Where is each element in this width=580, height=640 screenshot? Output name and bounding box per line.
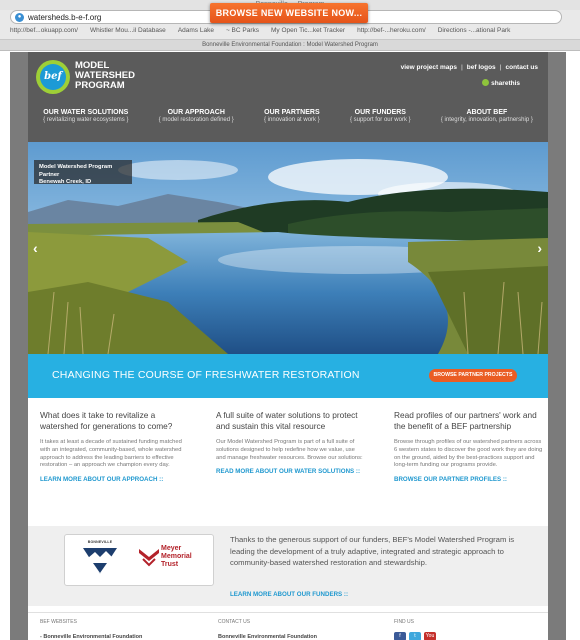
meyer-memorial-trust-logo[interactable]: Meyer Memorial Trust [139, 545, 209, 572]
sharethis-button[interactable]: sharethis [482, 79, 520, 87]
funders-description: Thanks to the generous support of our fu… [230, 535, 515, 567]
column-body: Our Model Watershed Program is part of a… [216, 439, 363, 461]
footer-bef-link[interactable]: - Bonneville Environmental Foundation [40, 634, 142, 640]
contact-us-link[interactable]: contact us [505, 64, 538, 71]
learn-more-funders-link[interactable]: LEARN MORE ABOUT OUR FUNDERS :: [230, 591, 348, 598]
browser-chrome: Bonneville ... Program ● watersheds.b-e-… [0, 0, 580, 40]
browse-partner-projects-button[interactable]: BROWSE PARTNER PROJECTS [429, 369, 517, 382]
main-nav: OUR WATER SOLUTIONS { revitalizing water… [28, 109, 548, 123]
main-content: Model Watershed Program Partner Benewah … [28, 142, 548, 640]
funder-logos: BONNEVILLE Meyer Memorial Trust [64, 534, 214, 586]
nav-sublabel: { revitalizing water ecosystems } [43, 117, 129, 123]
nav-label: OUR WATER SOLUTIONS [43, 109, 129, 116]
nav-sublabel: { model restoration defined } [158, 117, 234, 123]
bonneville-mountain-icon [83, 548, 117, 574]
meyer-line: Meyer [161, 545, 182, 552]
bookmark-item[interactable]: http://bef-...heroku.com/ [357, 27, 426, 37]
nav-label: OUR APPROACH [167, 109, 225, 116]
bookmark-item[interactable]: Whistler Mou...il Database [90, 27, 166, 37]
footer-heading: FIND US [394, 619, 414, 625]
page-background: bef MODEL WATERSHED PROGRAM view project… [10, 52, 566, 640]
read-more-water-solutions-link[interactable]: READ MORE ABOUT OUR WATER SOLUTIONS :: [216, 468, 366, 476]
bookmark-item[interactable]: http://bef...okuapp.com/ [10, 27, 78, 37]
bookmark-item[interactable]: ~ BC Parks [226, 27, 259, 37]
column-heading: A full suite of water solutions to prote… [216, 410, 358, 431]
feature-column-approach: What does it take to revitalize a waters… [40, 410, 190, 484]
site-header: bef MODEL WATERSHED PROGRAM view project… [28, 52, 548, 142]
learn-more-approach-link[interactable]: LEARN MORE ABOUT OUR APPROACH :: [40, 476, 190, 484]
feature-column-partners: Read profiles of our partners' work and … [394, 410, 544, 484]
hero-slideshow: Model Watershed Program Partner Benewah … [28, 142, 548, 354]
banner-title: CHANGING THE COURSE OF FRESHWATER RESTOR… [52, 369, 360, 381]
nav-our-partners[interactable]: OUR PARTNERS { innovation at work } [264, 109, 320, 123]
nav-label: OUR FUNDERS [354, 109, 406, 116]
logo-wordmark[interactable]: MODEL WATERSHED PROGRAM [75, 61, 165, 91]
nav-our-funders[interactable]: OUR FUNDERS { support for our work } [350, 109, 411, 123]
nav-sublabel: { integrity, innovation, partnership } [440, 117, 533, 123]
bookmarks-bar: http://bef...okuapp.com/ Whistler Mou...… [10, 27, 566, 37]
nav-sublabel: { innovation at work } [264, 117, 320, 123]
column-heading: Read profiles of our partners' work and … [394, 410, 537, 431]
nav-about-bef[interactable]: ABOUT BEF { integrity, innovation, partn… [441, 109, 533, 123]
bef-logos-link[interactable]: bef logos [467, 64, 496, 71]
browse-partner-profiles-link[interactable]: BROWSE OUR PARTNER PROFILES :: [394, 476, 544, 484]
footer-find-us: FIND US f t You [394, 619, 436, 640]
mission-banner: CHANGING THE COURSE OF FRESHWATER RESTOR… [28, 354, 548, 398]
meyer-logo-icon [139, 549, 159, 567]
logo-line: PROGRAM [75, 80, 125, 91]
twitter-icon[interactable]: t [409, 632, 421, 640]
separator: | [460, 64, 463, 71]
bookmark-item[interactable]: My Open Tic...ket Tracker [271, 27, 345, 37]
bookmark-item[interactable]: Adams Lake [178, 27, 214, 37]
separator: | [499, 64, 502, 71]
footer-bef-websites: BEF WEBSITES - Bonneville Environmental … [40, 619, 142, 640]
bef-logo[interactable]: bef [36, 60, 70, 94]
footer-contact-name: Bonneville Environmental Foundation [218, 634, 318, 640]
footer-contact-us: CONTACT US Bonneville Environmental Foun… [218, 619, 317, 640]
footer-heading: CONTACT US [218, 619, 251, 625]
bonneville-logo[interactable]: BONNEVILLE [79, 540, 121, 581]
nav-our-approach[interactable]: OUR APPROACH { model restoration defined… [159, 109, 234, 123]
url-text[interactable]: watersheds.b-e-f.org [28, 13, 101, 22]
column-heading: What does it take to revitalize a waters… [40, 410, 173, 431]
funders-section: BONNEVILLE Meyer Memorial Trust Thanks t… [28, 526, 548, 606]
facebook-icon[interactable]: f [394, 632, 406, 640]
bef-logo-mark: bef [40, 64, 66, 90]
previous-slide-arrow-icon[interactable]: ‹ [33, 240, 38, 256]
nav-sublabel: { support for our work } [349, 117, 411, 123]
share-label: sharethis [491, 80, 520, 87]
meyer-line: Memorial [161, 553, 192, 560]
site-icon: ● [15, 13, 24, 22]
browser-tab[interactable]: Bonneville Environmental Foundation : Mo… [0, 40, 580, 51]
nav-our-water-solutions[interactable]: OUR WATER SOLUTIONS { revitalizing water… [43, 109, 128, 123]
feature-columns: What does it take to revitalize a waters… [40, 410, 542, 520]
column-body: It takes at least a decade of sustained … [40, 439, 182, 469]
utility-links: view project maps | bef logos | contact … [401, 64, 538, 71]
view-project-maps-link[interactable]: view project maps [401, 64, 457, 71]
meyer-logo-text: Meyer Memorial Trust [161, 545, 192, 569]
bookmark-item[interactable]: Directions -...ational Park [438, 27, 511, 37]
footer-heading: BEF WEBSITES [40, 619, 77, 625]
caption-line: Benewah Creek, ID [39, 179, 92, 185]
youtube-icon[interactable]: You [424, 632, 436, 640]
next-slide-arrow-icon[interactable]: › [537, 240, 542, 256]
meyer-line: Trust [161, 561, 179, 568]
site-footer: BEF WEBSITES - Bonneville Environmental … [28, 612, 548, 640]
nav-label: OUR PARTNERS [264, 109, 320, 116]
caption-line: Model Watershed Program Partner [39, 164, 113, 178]
feature-column-solutions: A full suite of water solutions to prote… [216, 410, 366, 476]
share-icon [482, 79, 490, 86]
hero-caption: Model Watershed Program Partner Benewah … [34, 160, 132, 185]
nav-label: ABOUT BEF [466, 109, 508, 116]
social-icons: f t You [394, 632, 436, 640]
browse-new-website-button[interactable]: BROWSE NEW WEBSITE NOW... [210, 3, 368, 23]
column-body: Browse through profiles of our watershed… [394, 439, 543, 469]
